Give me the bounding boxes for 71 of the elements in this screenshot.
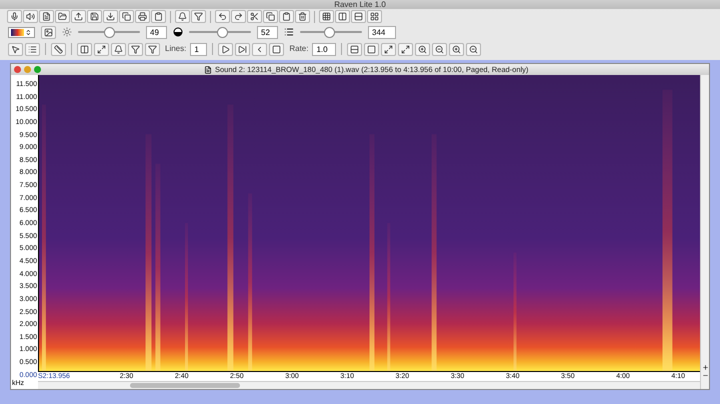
- expand-icon[interactable]: [398, 42, 414, 56]
- list-icon[interactable]: [25, 42, 40, 56]
- grid-icon[interactable]: [319, 10, 334, 23]
- ruler-icon[interactable]: [51, 42, 66, 56]
- printer-icon[interactable]: [135, 10, 150, 23]
- lines-label: Lines:: [165, 43, 186, 55]
- slider-thumb[interactable]: [104, 26, 115, 38]
- list-icon: [284, 27, 294, 37]
- close-icon: [14, 66, 21, 73]
- image-icon[interactable]: [41, 26, 56, 38]
- contrast-icon: [173, 27, 183, 37]
- zoom-out-icon[interactable]: [466, 42, 482, 56]
- copy-icon[interactable]: [263, 10, 278, 23]
- slider-thumb[interactable]: [324, 26, 336, 38]
- number-field[interactable]: 344: [368, 26, 396, 38]
- rate-label: Rate:: [289, 43, 308, 55]
- undo-icon[interactable]: [215, 10, 230, 23]
- minus-icon: [702, 372, 708, 379]
- skip-forward-icon[interactable]: [235, 42, 250, 56]
- zoom-out-icon[interactable]: [432, 42, 448, 56]
- number-field[interactable]: 52: [257, 26, 278, 38]
- zoom-in-icon[interactable]: [449, 42, 464, 56]
- bell-icon[interactable]: [111, 42, 126, 56]
- window-title: Raven Lite 1.0: [334, 0, 386, 9]
- scrollbar-thumb[interactable]: [130, 383, 240, 388]
- rows-icon[interactable]: [347, 42, 362, 56]
- bell-icon[interactable]: [175, 10, 190, 23]
- zoom-in-icon[interactable]: [415, 42, 430, 56]
- clipboard-icon[interactable]: [151, 10, 166, 23]
- trash-icon[interactable]: [295, 10, 310, 23]
- columns-icon[interactable]: [77, 42, 92, 56]
- expand-icon[interactable]: [381, 42, 396, 56]
- vertical-scrollbar[interactable]: [700, 75, 709, 389]
- updown-icon: [25, 28, 32, 36]
- scissors-icon[interactable]: [247, 10, 262, 23]
- play-icon[interactable]: [218, 42, 234, 56]
- horizontal-scrollbar[interactable]: [38, 381, 700, 389]
- paste-icon[interactable]: [279, 10, 294, 23]
- brightness-icon: [62, 27, 72, 37]
- filter-icon[interactable]: [128, 42, 143, 56]
- microphone-icon[interactable]: [7, 10, 22, 23]
- layout-icon[interactable]: [367, 10, 382, 23]
- upload-icon[interactable]: [71, 10, 86, 23]
- stop-icon[interactable]: [269, 42, 284, 56]
- document-icon[interactable]: [39, 10, 54, 23]
- copy-icon[interactable]: [119, 10, 134, 23]
- redo-icon[interactable]: [231, 10, 246, 23]
- color-map-swatch: [11, 28, 24, 36]
- square-icon[interactable]: [364, 42, 380, 56]
- minimize-icon: [24, 66, 31, 73]
- slider[interactable]: [300, 26, 362, 38]
- number-field[interactable]: 49: [146, 26, 167, 38]
- slider[interactable]: [189, 26, 251, 38]
- columns-icon[interactable]: [335, 10, 350, 23]
- speaker-icon[interactable]: [23, 10, 38, 23]
- color-map-dropdown[interactable]: [8, 26, 35, 38]
- filter-icon[interactable]: [145, 42, 160, 56]
- slider[interactable]: [78, 26, 140, 38]
- pointer-icon[interactable]: [8, 42, 23, 56]
- reverse-icon[interactable]: [252, 42, 268, 56]
- folder-icon[interactable]: [55, 10, 70, 23]
- rows-icon[interactable]: [351, 10, 366, 23]
- document-icon: [204, 66, 212, 74]
- number-field[interactable]: 1.0: [312, 42, 336, 56]
- expand-icon[interactable]: [94, 42, 109, 56]
- download-icon[interactable]: [103, 10, 118, 23]
- plus-icon: [702, 364, 708, 371]
- filter-icon[interactable]: [191, 10, 206, 23]
- slider-thumb[interactable]: [216, 26, 228, 38]
- save-icon[interactable]: [87, 10, 102, 23]
- number-field[interactable]: 1: [190, 42, 208, 56]
